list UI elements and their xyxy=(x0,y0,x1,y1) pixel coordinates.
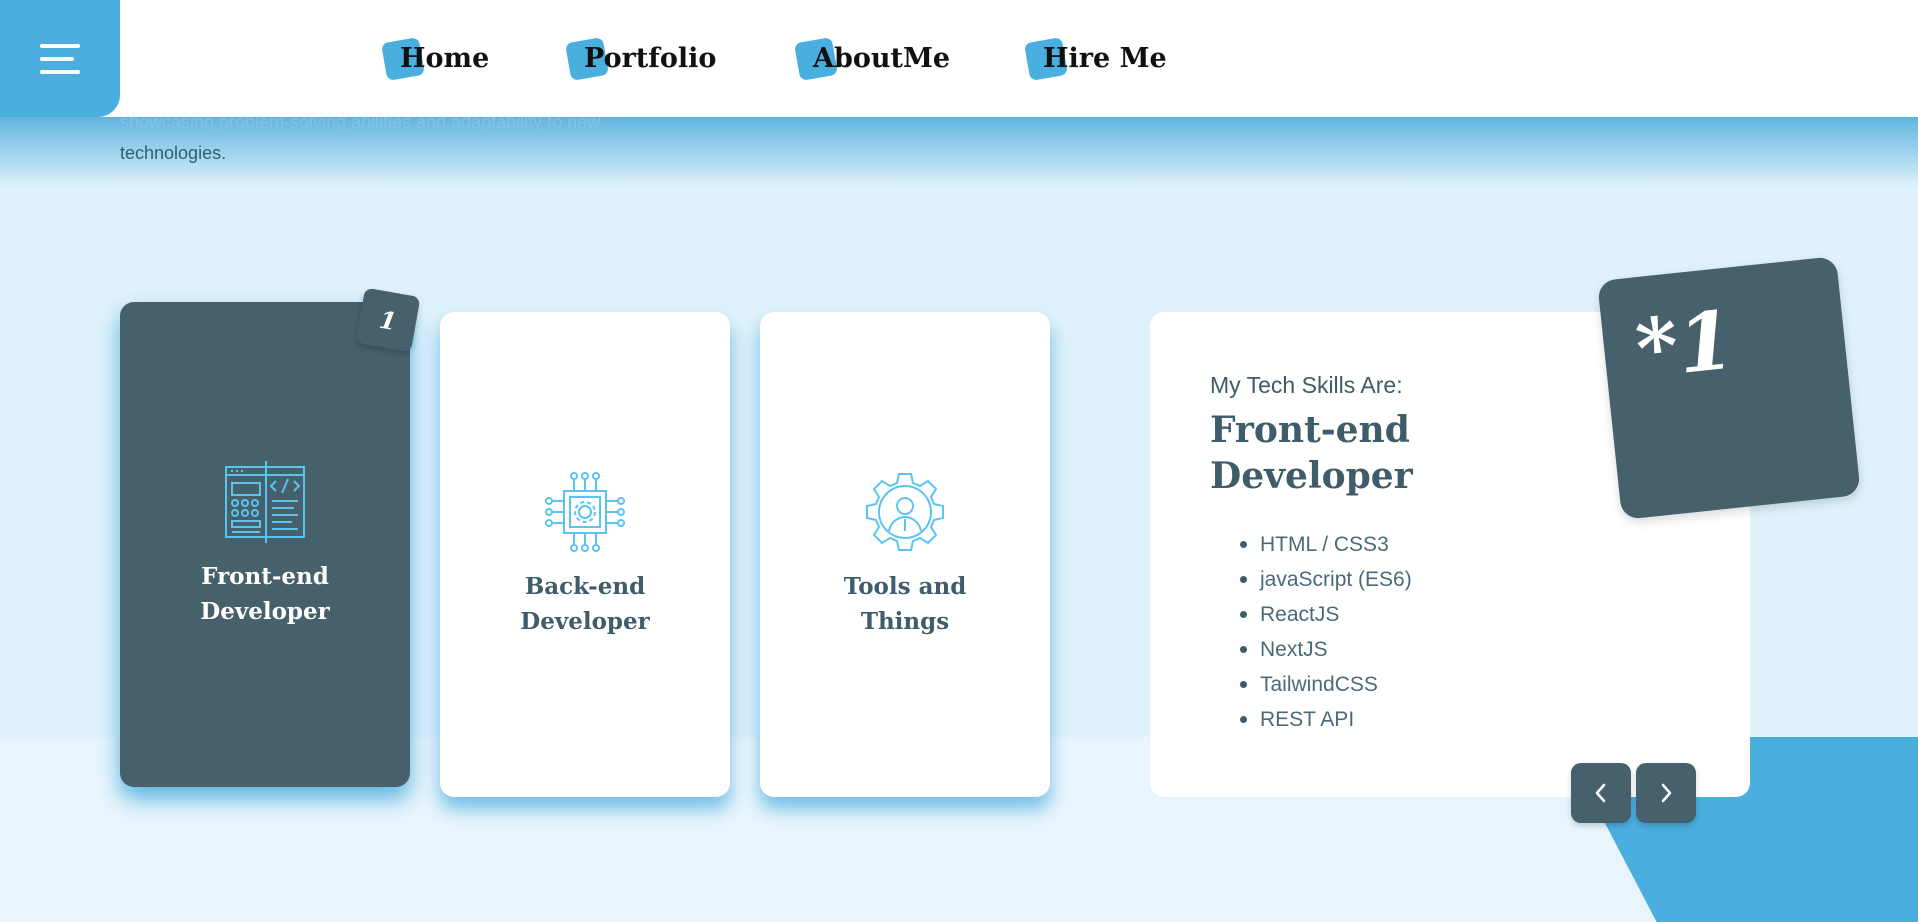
skill-item: ReactJS xyxy=(1240,597,1412,632)
prev-button[interactable] xyxy=(1571,763,1631,823)
skill-item: TailwindCSS xyxy=(1240,667,1412,702)
next-button[interactable] xyxy=(1636,763,1696,823)
skill-card-backend[interactable]: Back-end Developer xyxy=(440,312,730,797)
intro-text-line-2: technologies. xyxy=(120,143,227,163)
big-number-badge: *1 xyxy=(1597,256,1861,520)
detail-heading: Front-end Developer xyxy=(1210,409,1413,497)
chevron-right-icon xyxy=(1661,783,1672,803)
card-title: Front-end Developer xyxy=(200,562,330,625)
skill-item: NextJS xyxy=(1240,632,1412,667)
skill-item: javaScript (ES6) xyxy=(1240,562,1412,597)
skill-card-tools[interactable]: Tools and Things xyxy=(760,312,1050,797)
circuit-chip-gear-icon xyxy=(545,471,625,552)
top-navbar: Home Portfolio AboutMe Hire Me xyxy=(0,0,1918,117)
skill-item: REST API xyxy=(1240,702,1412,737)
big-badge-label: *1 xyxy=(1631,292,1739,397)
code-window-icon xyxy=(225,460,305,543)
chevron-left-icon xyxy=(1595,783,1606,803)
skill-item: HTML / CSS3 xyxy=(1240,527,1412,562)
nav-link-portfolio[interactable]: Portfolio xyxy=(564,36,716,82)
hamburger-menu-button[interactable] xyxy=(0,0,120,117)
skills-list: HTML / CSS3 javaScript (ES6) ReactJS Nex… xyxy=(1240,527,1412,737)
card-title: Back-end Developer xyxy=(520,572,650,635)
page: showcasing problem-solving abilities and… xyxy=(0,0,1918,922)
gear-person-icon xyxy=(866,472,944,551)
nav-link-home[interactable]: Home xyxy=(380,36,489,82)
nav-link-aboutme[interactable]: AboutMe xyxy=(793,36,950,82)
detail-subtitle: My Tech Skills Are: xyxy=(1210,372,1403,398)
nav-link-hire-me[interactable]: Hire Me xyxy=(1023,36,1167,82)
hamburger-menu-icon xyxy=(40,43,80,48)
card-title: Tools and Things xyxy=(843,572,967,635)
skill-card-frontend[interactable]: Front-end Developer xyxy=(120,302,410,787)
card-number-badge: 1 xyxy=(355,287,421,353)
